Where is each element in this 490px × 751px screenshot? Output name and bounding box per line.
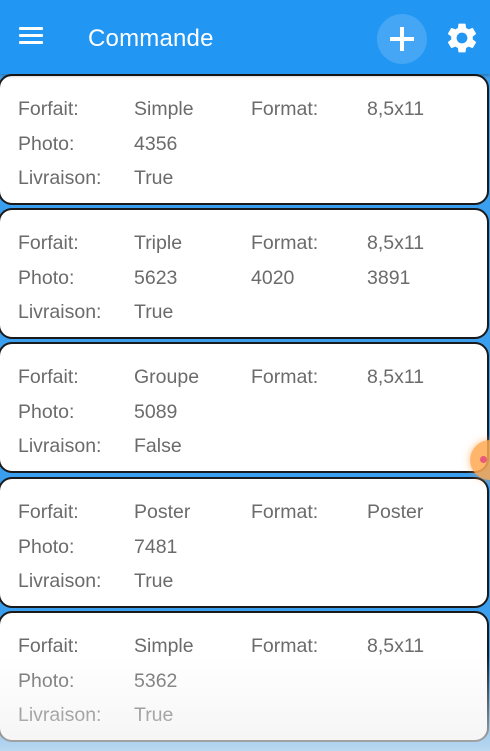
format-label: Format: [251, 635, 319, 657]
livraison-value: True [134, 301, 174, 323]
livraison-value: True [134, 704, 174, 726]
livraison-label: Livraison: [18, 167, 102, 189]
photo-value: 5362 [134, 670, 178, 692]
forfait-label: Forfait: [18, 635, 79, 657]
app-bar: Commande [0, 0, 490, 74]
photo-value: 5623 [134, 267, 178, 289]
order-card[interactable]: Forfait: Simple Format: 8,5x11 Photo: 43… [0, 74, 489, 205]
menu-line [19, 27, 43, 30]
livraison-label: Livraison: [18, 301, 102, 323]
livraison-label: Livraison: [18, 704, 102, 726]
format-label: Format: [251, 366, 319, 388]
plus-icon [390, 27, 414, 51]
add-order-button[interactable] [377, 14, 427, 64]
photo-value: 4020 [251, 267, 295, 289]
menu-line [19, 34, 43, 37]
photo-label: Photo: [18, 536, 75, 558]
format-label: Format: [251, 501, 319, 523]
format-value: 8,5x11 [367, 232, 425, 254]
format-value: Poster [367, 501, 424, 523]
settings-button[interactable] [444, 20, 480, 56]
forfait-value: Simple [134, 635, 194, 657]
forfait-value: Simple [134, 98, 194, 120]
forfait-label: Forfait: [18, 98, 79, 120]
photo-label: Photo: [18, 133, 75, 155]
photo-value: 3891 [367, 267, 411, 289]
forfait-value: Triple [134, 232, 183, 254]
photo-label: Photo: [18, 670, 75, 692]
livraison-value: True [134, 167, 174, 189]
order-card[interactable]: Forfait: Groupe Format: 8,5x11 Photo: 50… [0, 342, 489, 473]
photo-label: Photo: [18, 267, 75, 289]
menu-line [19, 41, 43, 44]
format-label: Format: [251, 232, 319, 254]
order-card[interactable]: Forfait: Simple Format: 8,5x11 Photo: 53… [0, 611, 489, 742]
livraison-label: Livraison: [18, 435, 102, 457]
livraison-value: False [134, 435, 182, 457]
forfait-label: Forfait: [18, 501, 79, 523]
gear-icon [447, 23, 477, 53]
photo-value: 5089 [134, 401, 178, 423]
hamburger-menu-icon[interactable] [16, 24, 46, 50]
photo-value: 7481 [134, 536, 178, 558]
forfait-value: Poster [134, 501, 191, 523]
livraison-label: Livraison: [18, 570, 102, 592]
format-label: Format: [251, 98, 319, 120]
forfait-value: Groupe [134, 366, 200, 388]
photo-value: 4356 [134, 133, 178, 155]
format-value: 8,5x11 [367, 635, 425, 657]
format-value: 8,5x11 [367, 98, 425, 120]
livraison-value: True [134, 570, 174, 592]
forfait-label: Forfait: [18, 232, 79, 254]
order-card[interactable]: Forfait: Poster Format: Poster Photo: 74… [0, 477, 489, 608]
order-card[interactable]: Forfait: Triple Format: 8,5x11 Photo: 56… [0, 208, 489, 339]
order-list[interactable]: Forfait: Simple Format: 8,5x11 Photo: 43… [0, 74, 490, 751]
forfait-label: Forfait: [18, 366, 79, 388]
format-value: 8,5x11 [367, 366, 425, 388]
page-title: Commande [88, 25, 214, 52]
photo-label: Photo: [18, 401, 75, 423]
